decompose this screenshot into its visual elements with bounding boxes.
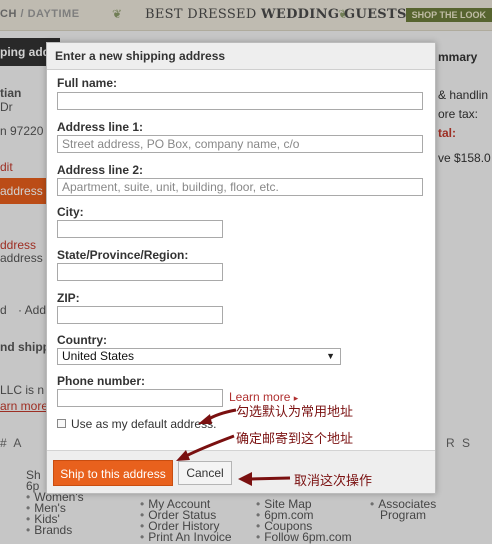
state-label: State/Province/Region: [57, 248, 189, 262]
country-label: Country: [57, 333, 107, 347]
country-select[interactable]: United States ▼ [57, 348, 341, 365]
address-line1-input[interactable] [57, 135, 423, 153]
shipping-address-dialog: Enter a new shipping address Full name: … [46, 42, 436, 494]
dialog-footer: Ship to this address Cancel [47, 450, 435, 493]
annotation-default-address: 勾选默认为常用地址 [236, 405, 354, 420]
phone-label: Phone number: [57, 374, 146, 388]
phone-input[interactable] [57, 389, 223, 407]
zip-label: ZIP: [57, 291, 80, 305]
cancel-button[interactable]: Cancel [178, 461, 232, 485]
annotation-cancel: 取消这次操作 [294, 474, 373, 489]
ship-to-address-button[interactable]: Ship to this address [53, 460, 173, 486]
city-input[interactable] [57, 220, 223, 238]
annotation-ship: 确定邮寄到这个地址 [236, 432, 354, 447]
address-line2-label: Address line 2: [57, 163, 144, 177]
address-line2-input[interactable] [57, 178, 423, 196]
state-input[interactable] [57, 263, 223, 281]
address-line1-label: Address line 1: [57, 120, 144, 134]
city-label: City: [57, 205, 84, 219]
dialog-title: Enter a new shipping address [47, 43, 435, 70]
dropdown-arrow-icon: ▼ [326, 351, 335, 361]
full-name-input[interactable] [57, 92, 423, 110]
default-address-label[interactable]: Use as my default address. [71, 417, 216, 431]
default-address-checkbox[interactable] [57, 419, 66, 428]
country-selected-value: United States [62, 349, 135, 363]
full-name-label: Full name: [57, 76, 118, 90]
zip-input[interactable] [57, 306, 223, 324]
